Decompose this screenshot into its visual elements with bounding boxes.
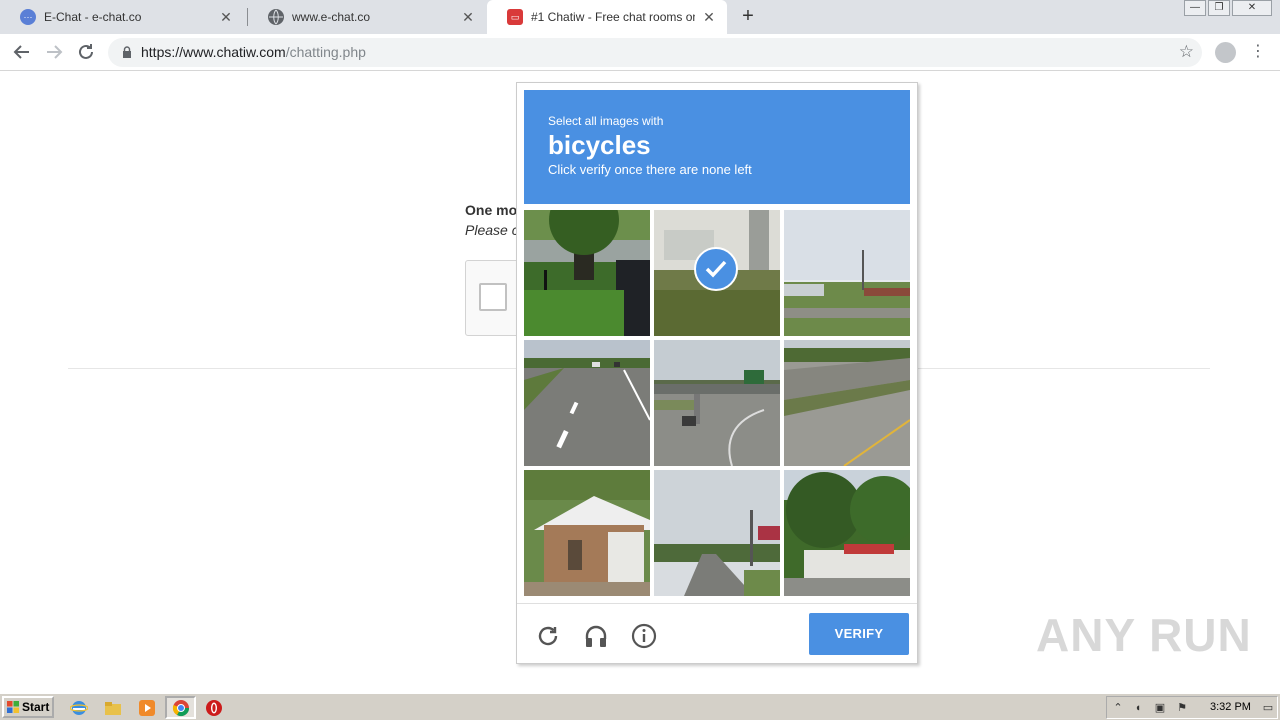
chrome-icon — [172, 700, 190, 717]
image-tile[interactable] — [654, 470, 780, 596]
internet-explorer-icon[interactable] — [69, 699, 89, 717]
tab-title: E-Chat - e-chat.co — [44, 10, 142, 24]
image-tile[interactable] — [654, 340, 780, 466]
action-center-flag-icon[interactable]: ⚑ — [1175, 701, 1189, 715]
show-desktop-icon[interactable]: ▭ — [1261, 701, 1275, 715]
image-tile[interactable] — [524, 210, 650, 336]
page-subtext: Please c — [465, 222, 519, 238]
tab-title: www.e-chat.co — [292, 10, 371, 24]
start-button[interactable]: Start — [2, 696, 54, 718]
menu-dots-icon[interactable]: ⋮ — [1250, 41, 1266, 61]
image-tile[interactable] — [524, 340, 650, 466]
profile-avatar-icon[interactable] — [1215, 42, 1236, 63]
network-icon[interactable]: ▣ — [1153, 701, 1167, 715]
image-tile[interactable] — [784, 210, 910, 336]
image-grid — [524, 210, 912, 598]
challenge-instruction: Select all images with — [548, 114, 664, 128]
anyrun-watermark: ANY RUN — [1036, 609, 1252, 661]
folder-icon[interactable] — [104, 699, 122, 717]
url-path: /chatting.php — [285, 44, 366, 60]
reload-page-icon[interactable] — [74, 40, 98, 64]
chrome-taskbar-button[interactable] — [165, 696, 196, 719]
opera-icon[interactable] — [205, 699, 223, 717]
bookmark-star-icon[interactable]: ☆ — [1179, 42, 1194, 62]
image-tile[interactable] — [784, 340, 910, 466]
lock-icon — [123, 46, 131, 58]
audio-icon[interactable] — [583, 623, 609, 649]
restore-icon[interactable]: ❐ — [1208, 0, 1230, 16]
recaptcha-checkbox[interactable] — [479, 283, 507, 311]
image-tile[interactable] — [524, 470, 650, 596]
chatiw-icon: ▭ — [507, 9, 523, 25]
page-heading: One mo — [465, 202, 518, 218]
chat-dots-icon: ··· — [20, 9, 36, 25]
windows-logo-icon — [7, 701, 19, 713]
back-icon[interactable] — [10, 40, 34, 64]
image-tile-selected[interactable] — [654, 210, 780, 336]
new-tab-button[interactable]: + — [737, 5, 759, 27]
browser-toolbar: https://www.chatiw.com/chatting.php ☆ ⋮ — [0, 34, 1280, 71]
image-tile[interactable] — [784, 470, 910, 596]
close-icon[interactable]: ✕ — [460, 9, 476, 26]
tab-strip: ··· E-Chat - e-chat.co ✕ www.e-chat.co ✕… — [0, 0, 1280, 34]
close-icon[interactable]: ✕ — [701, 9, 717, 26]
taskbar: Start ⌃ ◖ ▣ ⚑ 3:32 PM ▭ — [0, 693, 1280, 720]
challenge-footer: VERIFY — [517, 603, 917, 663]
challenge-target: bicycles — [548, 130, 651, 160]
url-text: https://www.chatiw.com/chatting.php — [141, 44, 366, 60]
captcha-challenge: Select all images with bicycles Click ve… — [516, 82, 918, 664]
info-icon[interactable] — [631, 623, 657, 649]
tab-chatiw[interactable]: ▭ #1 Chatiw - Free chat rooms online ✕ — [487, 0, 727, 34]
minimize-icon[interactable]: — — [1184, 0, 1206, 16]
clock[interactable]: 3:32 PM — [1210, 701, 1251, 713]
challenge-header: Select all images with bicycles Click ve… — [524, 90, 910, 204]
start-label: Start — [22, 700, 50, 714]
challenge-hint: Click verify once there are none left — [548, 162, 752, 177]
tab-title: #1 Chatiw - Free chat rooms online — [531, 10, 695, 24]
globe-icon — [268, 9, 284, 25]
volume-icon[interactable]: ◖ — [1131, 701, 1145, 715]
window-close-icon[interactable]: ✕ — [1232, 0, 1272, 16]
close-icon[interactable]: ✕ — [218, 9, 234, 26]
tab-www-echat[interactable]: www.e-chat.co ✕ — [248, 0, 486, 34]
media-player-icon[interactable] — [138, 699, 156, 717]
tab-echat[interactable]: ··· E-Chat - e-chat.co ✕ — [0, 0, 244, 34]
forward-icon[interactable] — [42, 40, 66, 64]
reload-icon[interactable] — [535, 623, 561, 649]
tray-expand-icon[interactable]: ⌃ — [1111, 701, 1125, 715]
verify-button[interactable]: VERIFY — [809, 613, 909, 655]
url-host: https://www.chatiw.com — [141, 44, 286, 60]
address-bar[interactable]: https://www.chatiw.com/chatting.php ☆ — [108, 38, 1202, 67]
selected-check-icon — [694, 247, 738, 291]
system-tray: ⌃ ◖ ▣ ⚑ 3:32 PM ▭ — [1106, 696, 1278, 719]
